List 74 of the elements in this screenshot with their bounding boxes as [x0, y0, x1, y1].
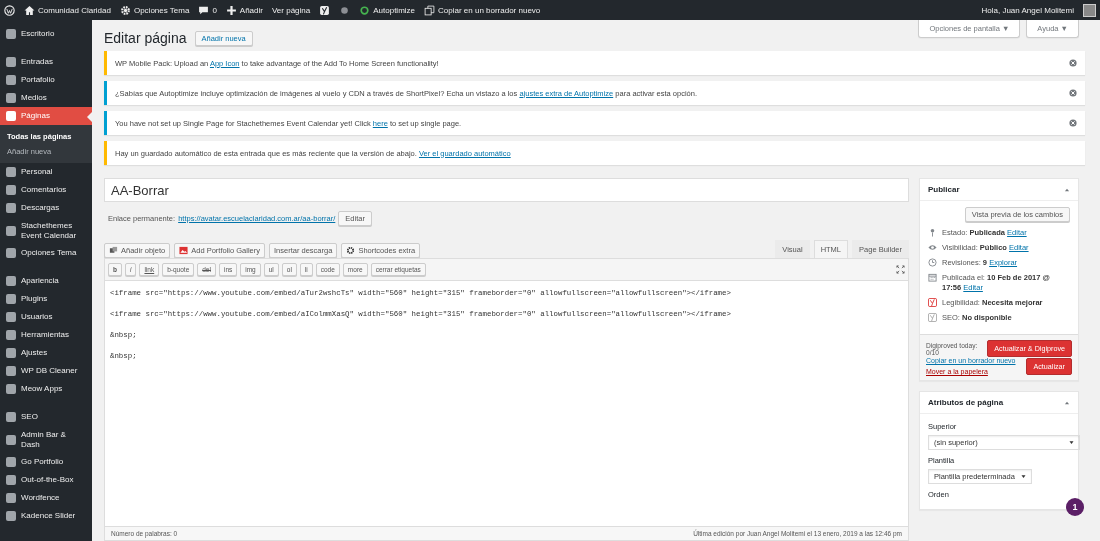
- dismiss-button[interactable]: [1069, 59, 1077, 67]
- menu-item[interactable]: Out-of-the-Box: [0, 471, 92, 489]
- eye-icon: [928, 243, 937, 252]
- menu-item[interactable]: SEO: [0, 408, 92, 426]
- page-title: Editar página: [104, 30, 187, 46]
- notification-badge[interactable]: 1: [1066, 498, 1084, 516]
- menu-item[interactable]: Medios: [0, 89, 92, 107]
- menu-item[interactable]: Plugins: [0, 290, 92, 308]
- media-icon: [109, 246, 118, 255]
- menu-item[interactable]: Comentarios: [0, 181, 92, 199]
- pin-icon: [928, 228, 937, 237]
- menu-item[interactable]: Meow Apps: [0, 380, 92, 398]
- menu-item[interactable]: WP DB Cleaner: [0, 362, 92, 380]
- copy-icon: [424, 4, 435, 16]
- logo-icon[interactable]: [4, 4, 15, 16]
- menu-item[interactable]: Wordfence: [0, 489, 92, 507]
- menu-item[interactable]: Stachethemes Event Calendar: [0, 217, 92, 244]
- close-icon: [1069, 119, 1077, 127]
- comment-icon: [198, 4, 210, 16]
- box-title: Atributos de página: [928, 398, 1004, 407]
- menu-item[interactable]: Opciones Tema: [0, 244, 92, 262]
- picture-icon: [179, 246, 189, 255]
- home-icon: [24, 4, 35, 16]
- toolbar-link[interactable]: 0: [198, 4, 217, 16]
- caret-up-icon: [1064, 399, 1070, 406]
- menu-item[interactable]: Go Portfolio: [0, 453, 92, 471]
- clock-icon: [928, 258, 937, 267]
- menu-icon: [6, 434, 16, 445]
- menu-item[interactable]: Herramientas: [0, 326, 92, 344]
- ring-icon: [359, 4, 371, 16]
- menu-item[interactable]: Usuarios: [0, 308, 92, 326]
- avatar[interactable]: [1083, 3, 1096, 17]
- account-link[interactable]: Hola, Juan Angel Molitemi: [981, 5, 1074, 15]
- plus-icon: [225, 4, 237, 16]
- menu-icon: [6, 29, 16, 39]
- close-icon: [1069, 59, 1077, 67]
- y-logo-icon: [928, 313, 937, 322]
- menu-item[interactable]: Ajustes: [0, 344, 92, 362]
- caret-down-icon: [1020, 474, 1026, 479]
- toolbar-link[interactable]: Añadir: [225, 4, 263, 16]
- menu-item[interactable]: Kadence Slider: [0, 507, 92, 525]
- toolbar-link[interactable]: Autoptimize: [359, 4, 415, 16]
- caret-down-icon: [1069, 440, 1074, 445]
- y-logo-icon[interactable]: [319, 4, 331, 16]
- caret-up-icon: [1064, 186, 1070, 193]
- view-page-link[interactable]: Ver página: [271, 5, 311, 15]
- menu-item[interactable]: Descargas: [0, 199, 92, 217]
- fullscreen-icon: [896, 265, 905, 274]
- toolbar-link[interactable]: Copiar en un borrador nuevo: [424, 4, 541, 16]
- close-icon: [1069, 89, 1077, 97]
- title-field[interactable]: AA-Borrar: [104, 178, 909, 202]
- collapse-button[interactable]: [1064, 186, 1070, 193]
- menu-item[interactable]: Apariencia: [0, 272, 92, 290]
- box-title: Publicar: [928, 185, 960, 194]
- settings-icon: [119, 4, 131, 16]
- menu-item[interactable]: Páginas: [0, 107, 92, 125]
- menu-icon: [6, 412, 16, 422]
- dismiss-button[interactable]: [1069, 89, 1077, 97]
- menu-item[interactable]: Admin Bar & Dash: [0, 426, 92, 453]
- fullscreen-button[interactable]: [896, 265, 905, 274]
- menu-item[interactable]: Personal: [0, 163, 92, 181]
- menu-icon: [6, 248, 16, 258]
- menu-item[interactable]: Escritorio: [0, 25, 92, 43]
- dismiss-button[interactable]: [1069, 119, 1077, 127]
- status-dot-icon[interactable]: [339, 4, 351, 16]
- toolbar-link[interactable]: Opciones Tema: [119, 4, 190, 16]
- menu-item[interactable]: Entradas: [0, 53, 92, 71]
- menu-icon: [6, 225, 16, 236]
- toolbar-link[interactable]: Comunidad Claridad: [24, 4, 111, 16]
- gear-icon: [346, 246, 356, 255]
- menu-item[interactable]: Portafolio: [0, 71, 92, 89]
- y-logo-icon: [928, 298, 937, 307]
- collapse-button[interactable]: [1064, 399, 1070, 406]
- calendar-icon: [928, 273, 937, 282]
